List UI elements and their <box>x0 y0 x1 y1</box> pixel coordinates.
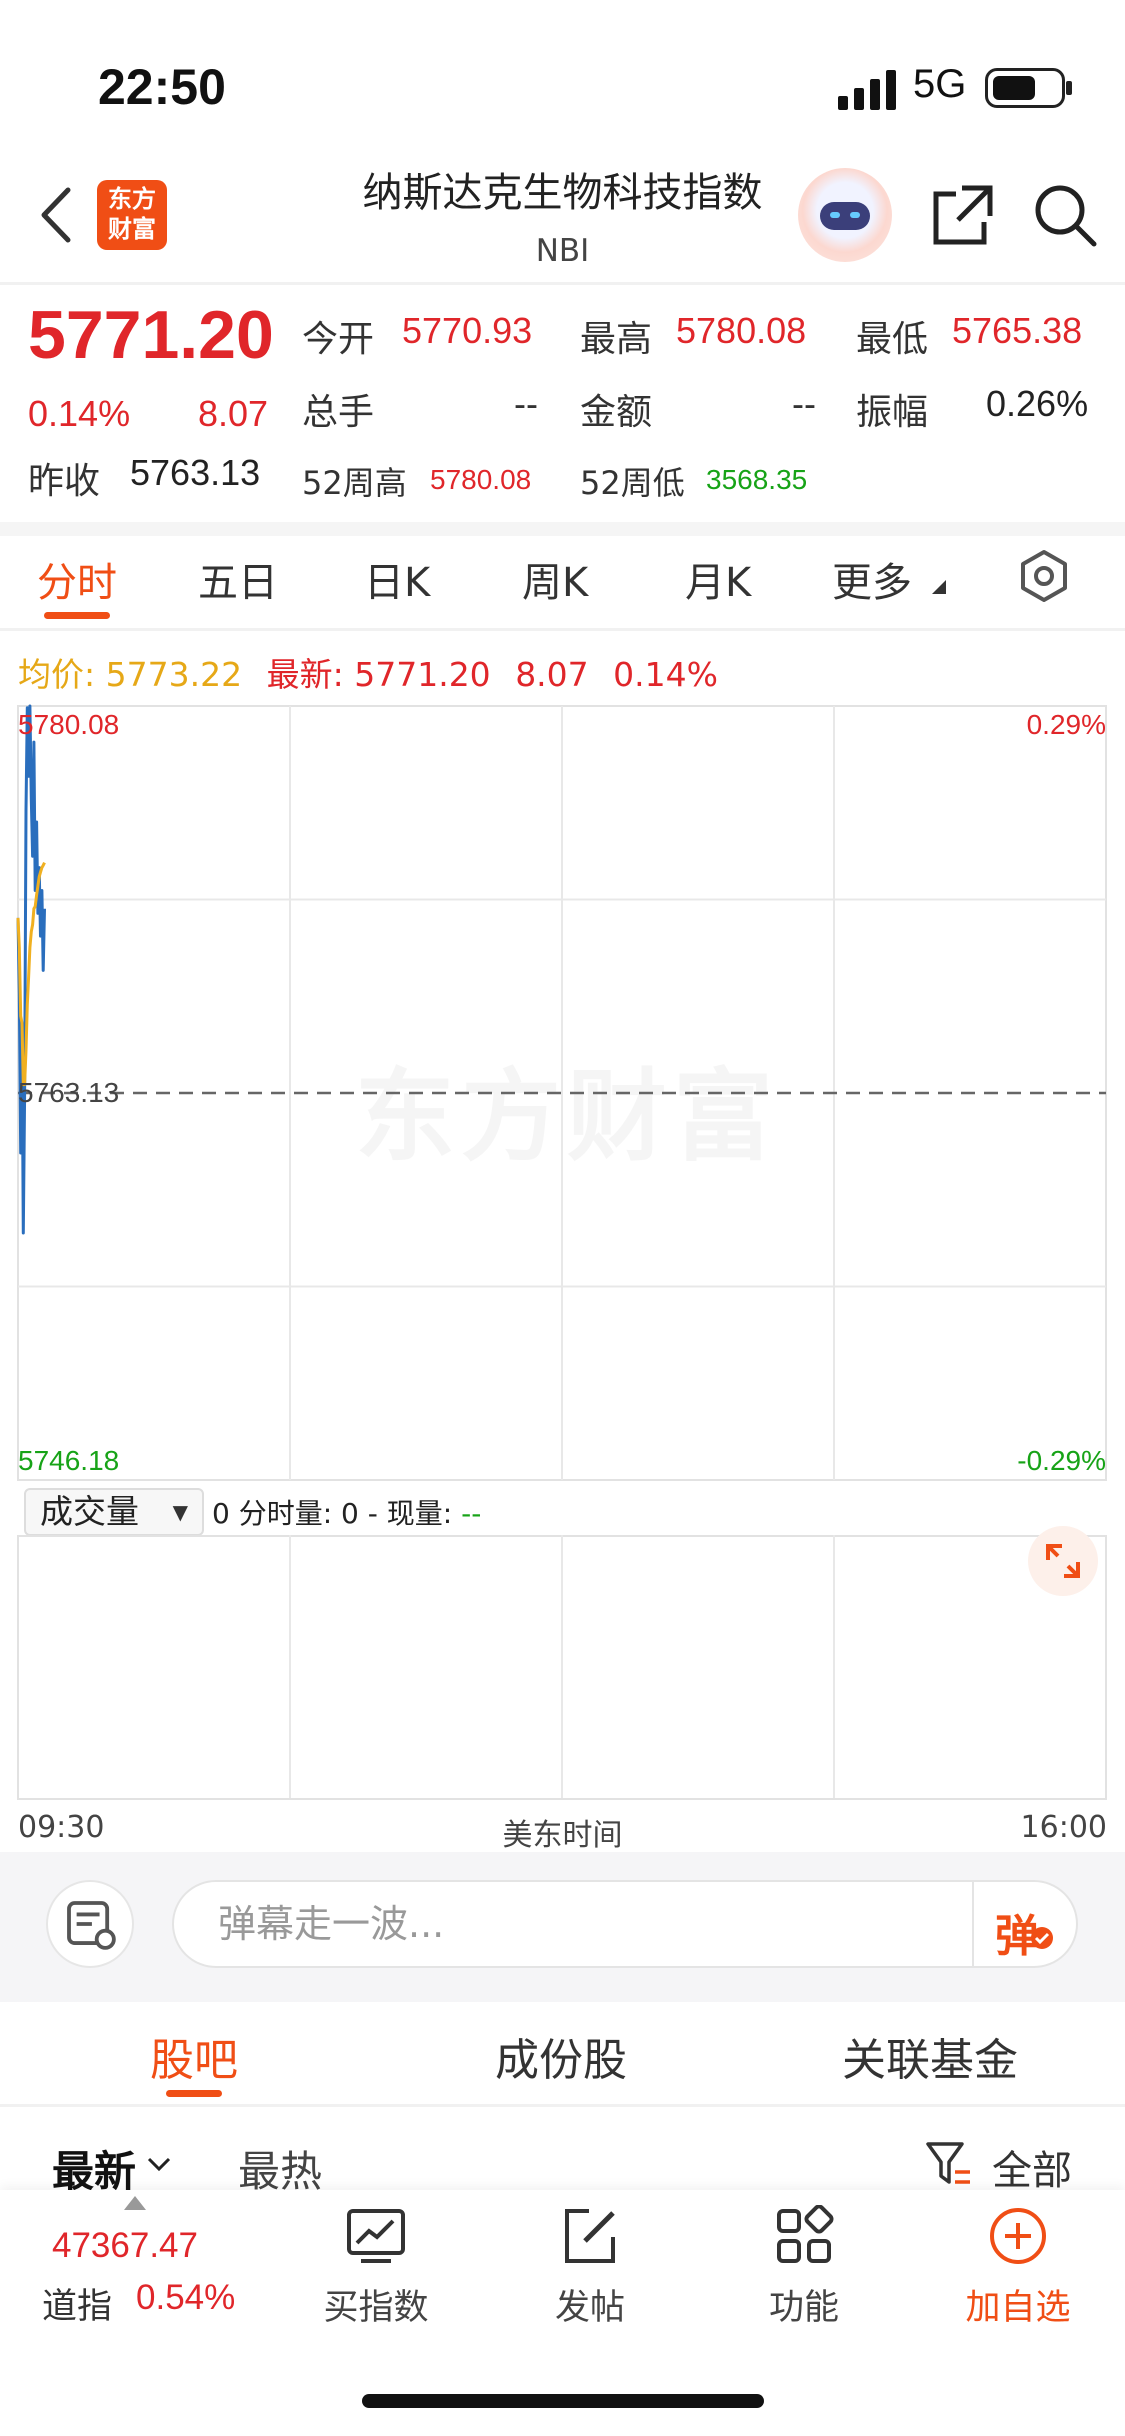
tab-constituents[interactable]: 成份股 <box>495 2024 627 2088</box>
filter-icon[interactable] <box>925 2140 973 2190</box>
header-divider <box>0 282 1125 285</box>
latest-pct: 0.14% <box>613 655 719 694</box>
week52-high-value: 5780.08 <box>430 464 532 495</box>
y-bottom-label: 5746.18 <box>18 1445 119 1476</box>
filter-all[interactable]: 全部 <box>992 2138 1072 2196</box>
volume-info: 0 分时量: 0 - 现量: -- <box>212 1497 482 1530</box>
volume-value: -- <box>514 383 538 424</box>
latest-label: 最新: <box>266 655 344 694</box>
tabs-divider <box>0 628 1125 631</box>
price-line <box>16 704 46 1235</box>
prev-close-label: 昨收 <box>28 461 101 502</box>
add-watchlist-button[interactable]: 加自选 <box>928 2205 1108 2330</box>
tab-related-funds[interactable]: 关联基金 <box>842 2024 1018 2088</box>
avg-value: 5773.22 <box>105 655 243 694</box>
high-label: 最高 <box>580 319 653 360</box>
gear-icon[interactable] <box>1016 548 1072 604</box>
tab-monthly-k[interactable]: 月K <box>685 550 751 608</box>
up-triangle-icon <box>124 2196 146 2210</box>
tab-weekly-k[interactable]: 周K <box>522 550 588 608</box>
intraday-chart[interactable]: 5780.08 5763.13 5746.18 0.29% -0.29% <box>0 700 1125 1485</box>
chevron-down-icon <box>147 2157 171 2172</box>
pct-top-label: 0.29% <box>1027 709 1106 740</box>
chevron-down-icon: ▼ <box>172 1500 188 1524</box>
y-mid-label: 5763.13 <box>18 1077 119 1108</box>
danmu-settings-icon[interactable] <box>46 1880 134 1968</box>
battery-icon <box>985 68 1072 108</box>
functions-button[interactable]: 功能 <box>714 2204 894 2330</box>
amplitude-value: 0.26% <box>986 383 1089 424</box>
share-icon[interactable] <box>928 180 998 250</box>
low-value: 5765.38 <box>952 310 1083 351</box>
dow-pct[interactable]: 0.54% <box>136 2278 235 2318</box>
section-tab-indicator <box>166 2090 222 2097</box>
tab-guba[interactable]: 股吧 <box>150 2024 238 2088</box>
network-label: 5G <box>913 62 967 106</box>
current-price: 5771.20 <box>28 297 274 373</box>
tab-intraday[interactable]: 分时 <box>37 550 117 608</box>
week52-low-label: 52周低 <box>580 464 685 502</box>
time-axis-label: 美东时间 <box>502 1818 623 1853</box>
open-value: 5770.93 <box>402 310 533 351</box>
y-top-label: 5780.08 <box>18 709 119 740</box>
expand-icon[interactable] <box>1028 1526 1098 1596</box>
grid-icon <box>777 2204 834 2263</box>
latest-value: 5771.20 <box>354 655 491 694</box>
volume-indicator-select[interactable]: 成交量 ▼ <box>24 1488 204 1536</box>
chart-info: 均价: 5773.22 最新: 5771.20 8.07 0.14% <box>18 648 718 696</box>
section-gap <box>0 522 1125 536</box>
week52-low-value: 3568.35 <box>706 464 808 495</box>
add-circle-icon <box>990 2208 1046 2264</box>
check-badge-icon <box>1031 1927 1053 1949</box>
signal-icon <box>838 70 896 110</box>
more-caret-icon <box>932 580 946 594</box>
latest-change: 8.07 <box>515 655 589 694</box>
status-time: 22:50 <box>98 59 226 115</box>
week52-high-label: 52周高 <box>302 464 407 502</box>
pct-bottom-label: -0.29% <box>1017 1445 1106 1476</box>
high-value: 5780.08 <box>676 310 807 351</box>
section-divider <box>0 2104 1125 2107</box>
tab-five-day[interactable]: 五日 <box>198 550 278 608</box>
active-tab-indicator <box>44 612 110 619</box>
tab-daily-k[interactable]: 日K <box>364 550 430 608</box>
avg-label: 均价: <box>18 655 96 694</box>
low-label: 最低 <box>856 319 929 360</box>
amplitude-label: 振幅 <box>856 392 929 433</box>
amount-value: -- <box>792 383 816 424</box>
change-value: 8.07 <box>198 393 269 434</box>
edit-icon <box>565 2209 615 2263</box>
post-button[interactable]: 发帖 <box>500 2205 680 2330</box>
tab-more[interactable]: 更多 <box>832 550 912 608</box>
danmu-input[interactable]: 弹幕走一波... <box>172 1880 1078 1968</box>
change-percent: 0.14% <box>28 393 131 434</box>
time-axis-end: 16:00 <box>1020 1810 1107 1845</box>
dow-value[interactable]: 47367.47 <box>52 2226 198 2266</box>
buy-index-button[interactable]: 买指数 <box>286 2205 466 2330</box>
volume-chart <box>17 1535 1107 1800</box>
amount-label: 金额 <box>580 392 653 433</box>
open-label: 今开 <box>302 319 375 360</box>
assistant-robot-icon[interactable] <box>798 168 892 262</box>
volume-label: 总手 <box>302 392 375 433</box>
home-indicator <box>362 2394 764 2408</box>
chart-icon <box>347 2209 405 2263</box>
prev-close-value: 5763.13 <box>130 452 261 493</box>
dow-label[interactable]: 道指 <box>42 2278 112 2329</box>
search-icon[interactable] <box>1030 180 1100 250</box>
